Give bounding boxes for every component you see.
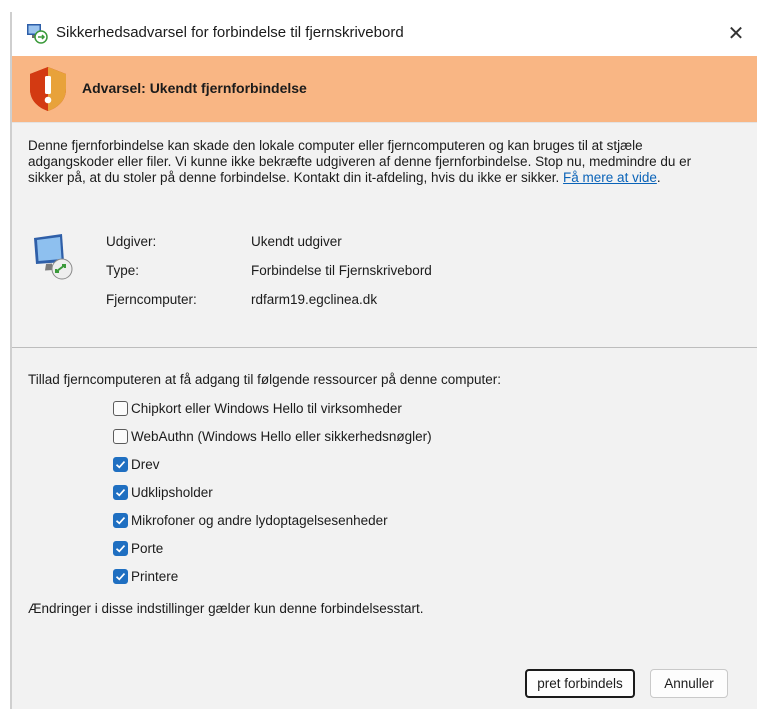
option-smartcard-label: Chipkort eller Windows Hello til virksom…	[131, 400, 402, 416]
resources-heading: Tillad fjerncomputeren at få adgang til …	[28, 372, 502, 387]
checkmark-icon	[115, 488, 126, 496]
description-period: .	[656, 170, 661, 185]
checkbox-ports[interactable]	[113, 540, 128, 556]
checkmark-icon	[115, 544, 126, 552]
connect-button[interactable]: pret forbindels	[525, 669, 635, 698]
option-drives-label: Drev	[131, 456, 160, 472]
learn-more-link[interactable]: Få mere at vide	[563, 170, 657, 185]
checkbox-microphones[interactable]	[113, 512, 128, 528]
publisher-value: Ukendt udgiver	[251, 234, 342, 249]
option-drives[interactable]: Drev	[113, 454, 160, 474]
checkbox-printers[interactable]	[113, 568, 128, 584]
option-webauthn-label: WebAuthn (Windows Hello eller sikkerheds…	[131, 428, 432, 444]
warning-banner: Advarsel: Ukendt fjernforbindelse	[12, 56, 757, 122]
option-ports-label: Porte	[131, 540, 164, 556]
warning-shield-icon	[30, 67, 66, 111]
checkbox-smartcard[interactable]	[113, 400, 128, 416]
remote-computer-label: Fjerncomputer:	[106, 292, 197, 307]
remote-desktop-app-icon	[27, 24, 48, 44]
banner-divider	[12, 122, 757, 123]
remote-computer-value: rdfarm19.egclinea.dk	[251, 292, 378, 307]
title-bar: Sikkerhedsadvarsel for forbindelse til f…	[12, 12, 757, 56]
type-value: Forbindelse til Fjernskrivebord	[251, 263, 432, 278]
cancel-button[interactable]: Annuller	[650, 669, 728, 698]
warning-description: Denne fjernforbindelse kan skade den lok…	[28, 138, 728, 186]
checkbox-drives[interactable]	[113, 456, 128, 472]
option-smartcard[interactable]: Chipkort eller Windows Hello til virksom…	[113, 398, 402, 418]
close-icon: ✕	[727, 22, 745, 45]
option-printers-label: Printere	[131, 568, 179, 584]
checkbox-webauthn[interactable]	[113, 428, 128, 444]
warning-title: Advarsel: Ukendt fjernforbindelse	[82, 80, 307, 96]
close-button[interactable]: ✕	[721, 18, 751, 48]
option-microphones-label: Mikrofoner og andre lydoptagelsesenheder	[131, 512, 388, 528]
remote-computer-icon	[34, 234, 73, 280]
option-printers[interactable]: Printere	[113, 566, 178, 586]
checkmark-icon	[115, 516, 126, 524]
option-microphones[interactable]: Mikrofoner og andre lydoptagelsesenheder	[113, 510, 388, 530]
option-ports[interactable]: Porte	[113, 538, 163, 558]
option-clipboard[interactable]: Udklipsholder	[113, 482, 213, 502]
window-title: Sikkerhedsadvarsel for forbindelse til f…	[56, 24, 404, 41]
option-clipboard-label: Udklipsholder	[131, 484, 213, 500]
publisher-label: Udgiver:	[106, 234, 157, 249]
checkbox-clipboard[interactable]	[113, 484, 128, 500]
checkmark-icon	[115, 460, 126, 468]
section-divider	[12, 347, 757, 348]
option-webauthn[interactable]: WebAuthn (Windows Hello eller sikkerheds…	[113, 426, 432, 446]
type-label: Type:	[106, 263, 140, 278]
checkmark-icon	[115, 572, 126, 580]
rdp-security-dialog: Sikkerhedsadvarsel for forbindelse til f…	[10, 12, 757, 709]
settings-note: Ændringer i disse indstillinger gælder k…	[28, 601, 424, 616]
